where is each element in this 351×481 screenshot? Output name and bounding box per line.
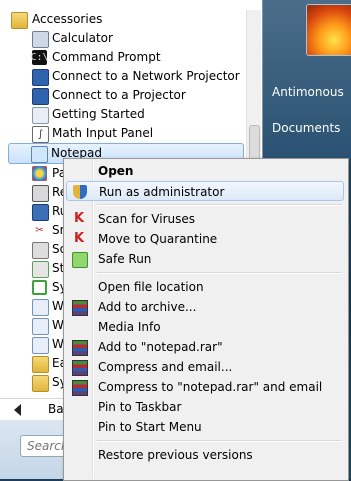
menu-item-label: Media Info (98, 320, 161, 334)
menu-item[interactable]: K Scan for Viruses (66, 209, 344, 229)
user-picture[interactable] (306, 4, 351, 56)
menu-item[interactable]: Add to "notepad.rar" (66, 337, 344, 357)
menu-item-label: Scan for Viruses (98, 212, 196, 226)
program-label: Connect to a Projector (52, 88, 186, 102)
command-prompt-icon: C:\ (30, 50, 49, 65)
program-label: Calculator (52, 31, 113, 45)
program-item[interactable]: Accessories (0, 10, 246, 29)
kaspersky-icon: K (73, 211, 85, 226)
winrar-icon (72, 300, 88, 316)
program-item[interactable]: ∫ Math Input Panel (0, 124, 246, 143)
menu-item-label: Pin to Start Menu (98, 420, 202, 434)
windows-explorer-icon (32, 299, 49, 316)
sound-recorder-icon (32, 242, 49, 259)
menu-item-label: Add to "notepad.rar" (98, 340, 223, 354)
program-item[interactable]: Calculator (0, 29, 246, 48)
menu-item[interactable]: Open (66, 161, 344, 181)
menu-item-label: Restore previous versions (98, 448, 253, 462)
program-label: Math Input Panel (52, 126, 154, 140)
program-label: Command Prompt (52, 50, 161, 64)
menu-item-label: Run as administrator (99, 185, 225, 199)
program-item[interactable]: Connect to a Projector (0, 86, 246, 105)
network-projector-icon (32, 69, 49, 86)
windows-mobility-icon (32, 318, 49, 335)
notepad-icon (31, 146, 48, 163)
back-label: Ba (48, 402, 64, 416)
menu-item-label: Add to archive... (98, 300, 197, 314)
remote-desktop-icon (32, 185, 49, 202)
sticky-notes-icon (32, 261, 49, 278)
menu-item[interactable]: Pin to Start Menu (66, 417, 344, 437)
folder-icon (11, 12, 28, 29)
snipping-tool-icon: ✂ (32, 223, 47, 238)
getting-started-icon (32, 107, 49, 124)
kaspersky-icon: K (73, 231, 85, 246)
program-item[interactable]: Getting Started (0, 105, 246, 124)
winrar-icon (72, 380, 88, 396)
menu-item-label: Open file location (98, 280, 204, 294)
safe-run-icon (72, 252, 88, 268)
paint-icon (32, 166, 47, 181)
program-label: Connect to a Network Projector (52, 69, 240, 83)
program-label: Accessories (32, 12, 103, 26)
math-input-icon: ∫ (32, 126, 49, 143)
menu-item[interactable]: K Move to Quarantine (66, 229, 344, 249)
winrar-icon (72, 340, 88, 356)
wordpad-icon (32, 337, 49, 354)
right-pane-item-documents[interactable]: Documents (272, 121, 340, 135)
menu-item[interactable]: Media Info (66, 317, 344, 337)
program-item[interactable]: C:\ Command Prompt (0, 48, 246, 67)
calculator-icon (32, 31, 49, 48)
menu-item[interactable]: Compress to "notepad.rar" and email (66, 377, 344, 397)
menu-item-label: Open (98, 164, 134, 178)
menu-item-label: Compress to "notepad.rar" and email (98, 380, 323, 394)
menu-item-label: Safe Run (98, 252, 152, 266)
menu-item[interactable]: Open file location (66, 277, 344, 297)
program-item[interactable]: Connect to a Network Projector (0, 67, 246, 86)
menu-item[interactable]: Restore previous versions (66, 445, 344, 465)
back-arrow-icon (14, 404, 21, 416)
menu-item-label: Compress and email... (98, 360, 233, 374)
menu-item-label: Move to Quarantine (98, 232, 218, 246)
context-menu: Open Run as administrator K Scan for Viruse… (63, 158, 349, 481)
menu-item[interactable]: Compress and email... (66, 357, 344, 377)
projector-icon (32, 88, 49, 105)
menu-item[interactable]: Run as administrator (66, 181, 344, 201)
menu-separator (97, 440, 342, 442)
winrar-icon (72, 360, 88, 376)
run-icon (32, 204, 49, 221)
program-label: Getting Started (52, 107, 145, 121)
sync-center-icon (32, 280, 47, 295)
menu-item[interactable]: Safe Run (66, 249, 344, 269)
menu-separator (97, 204, 342, 206)
right-pane-item-user[interactable]: Antimonous (272, 85, 344, 99)
menu-item[interactable]: Pin to Taskbar (66, 397, 344, 417)
uac-shield-icon (73, 185, 87, 199)
menu-item-label: Pin to Taskbar (98, 400, 182, 414)
folder-icon (32, 356, 49, 373)
folder-icon (32, 375, 49, 392)
menu-separator (97, 272, 342, 274)
menu-item[interactable]: Add to archive... (66, 297, 344, 317)
